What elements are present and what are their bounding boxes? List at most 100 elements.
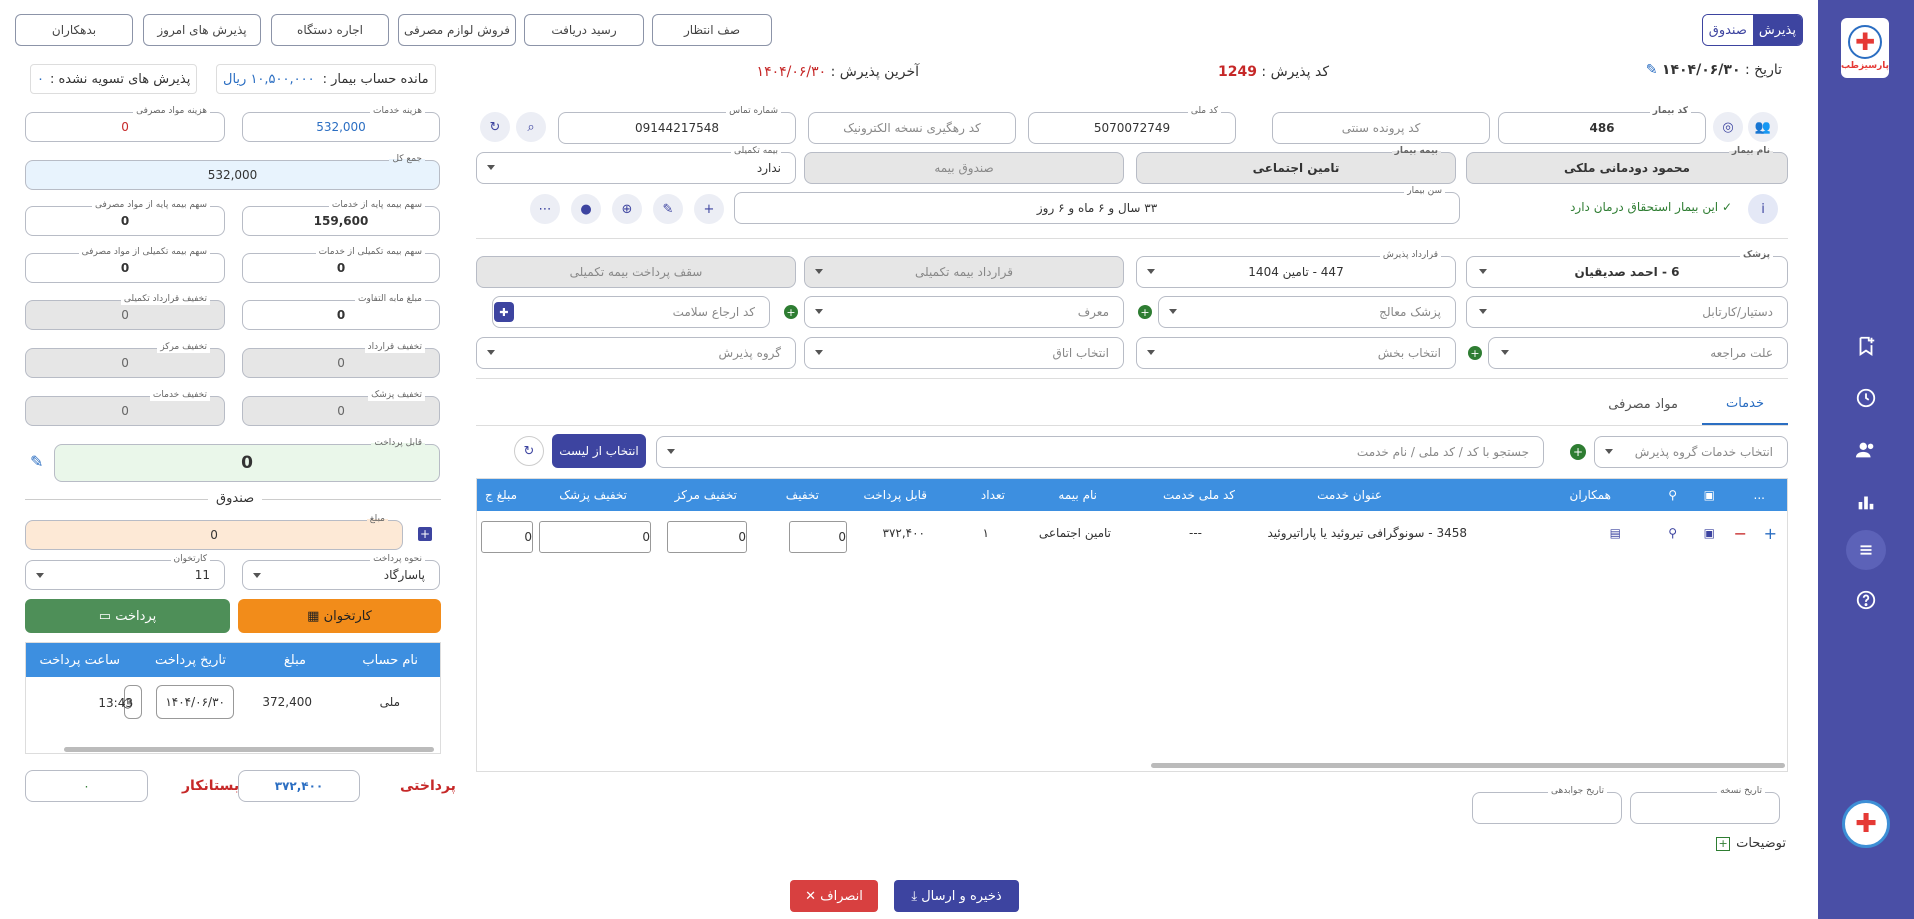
help-icon[interactable] [1850,584,1882,616]
difference-field[interactable]: مبلغ مابه التفاوت 0 [242,293,440,330]
doctor-discount-input[interactable]: 0 [539,521,651,553]
col-more[interactable]: ... [1754,479,1765,511]
visit-reason-select[interactable]: علت مراجعه [1488,337,1788,369]
queue-button[interactable]: صف انتظار [652,14,772,46]
edit-icon[interactable]: ✎ [1646,62,1658,78]
today-admissions-button[interactable]: پذیرش های امروز [143,14,261,46]
contract-select[interactable]: قرارداد پذیرش 447 - تامین 1404 [1136,249,1456,288]
search-icon[interactable]: ⌕ [516,112,546,142]
refresh-icon[interactable]: ↻ [480,112,510,142]
payment-method-select[interactable]: نحوه پرداخت پاسارگاد [242,553,440,590]
referrer-select[interactable]: معرف [804,296,1124,328]
clock-icon[interactable] [1850,382,1882,414]
device-rental-button[interactable]: اجاره دستگاه [271,14,389,46]
menu-icon[interactable] [1846,530,1886,570]
tab-cashbox[interactable]: صندوق [1702,15,1753,45]
table-scrollbar[interactable] [64,747,434,752]
traditional-file-field[interactable]: کد پرونده سنتی [1272,112,1490,144]
tab-admission[interactable]: پذیرش [1752,15,1802,45]
add-file-icon[interactable]: ⊕ [612,194,642,224]
edit-icon[interactable]: ✎ [653,194,683,224]
consumables-sale-button[interactable]: فروش لوازم مصرفی [398,14,516,46]
payments-table: نام حساب مبلغ تاریخ پرداخت ساعت پرداخت م… [25,642,441,754]
stethoscope-icon[interactable]: ⚲ [1668,517,1677,549]
payment-date[interactable]: ۱۴۰۴/۰۶/۳۰ [156,685,234,719]
rx-date-field[interactable]: تاریخ نسخه [1630,785,1780,824]
bookmark-add-icon[interactable] [1850,330,1882,362]
service-group-select[interactable]: انتخاب خدمات گروه پذیرش [1594,436,1788,468]
select-from-list-button[interactable]: انتخاب از لیست [552,434,646,468]
center-discount-input[interactable]: 0 [667,521,747,553]
extra-input[interactable]: 0 [481,521,533,553]
reply-date-field[interactable]: تاریخ جوابدهی [1472,785,1622,824]
add-person-icon[interactable]: + [694,194,724,224]
pay-button[interactable]: پرداخت ▭ [25,599,230,633]
phone-field[interactable]: شماره تماس 09144217548 [558,105,796,144]
table-row[interactable]: + − ▣ ⚲ ▤ 3458 - سونوگرافی تیروئید یا پا… [477,513,1787,553]
supp-contract-select[interactable]: قرارداد بیمه تکمیلی [804,256,1124,288]
amount-label: مبلغ [366,513,388,525]
national-code-field[interactable]: کد ملی 5070072749 [1028,105,1236,144]
copy-icon[interactable]: ▣ [1704,517,1715,549]
patients-icon[interactable]: 👥 [1748,112,1778,142]
tab-services[interactable]: خدمات [1701,383,1788,425]
add-treating-icon[interactable]: + [1138,305,1152,319]
paid-value: ۳۷۲,۴۰۰ [238,770,360,802]
payable-value: 0 [241,453,253,473]
base-ins-services-label: سهم بیمه پایه از خدمات [328,199,425,211]
support-chat-icon[interactable]: ✚ [1842,800,1890,848]
add-referrer-icon[interactable]: + [784,305,798,319]
service-search-input[interactable]: جستجو با کد / کد ملی / نام خدمت [656,436,1544,468]
fingerprint-icon[interactable]: ◎ [1713,112,1743,142]
users-icon[interactable] [1850,434,1882,466]
payment-amount: 372,400 [262,695,312,709]
supp-value: ندارد [756,161,781,175]
grid-scrollbar[interactable] [1151,763,1785,768]
amount-field[interactable]: مبلغ 0 [25,513,403,550]
treating-doctor-select[interactable]: پزشک معالج [1158,296,1456,328]
cancel-button[interactable]: انصراف ✕ [790,880,878,912]
eprescription-field[interactable]: کد رهگیری نسخه الکترونیک [808,112,1016,144]
edit-icon[interactable]: ✎ [30,452,43,471]
col-payable: قابل پرداخت [863,488,927,502]
receipt-button[interactable]: رسید دریافت [524,14,644,46]
app-logo[interactable]: ✚ پارسیزطب [1841,18,1889,78]
assistant-select[interactable]: دستیار/کارتابل [1466,296,1788,328]
more-icon[interactable]: ⋯ [530,194,560,224]
remove-row-icon[interactable]: − [1734,517,1747,549]
add-reason-icon[interactable]: + [1468,346,1482,360]
add-row-icon[interactable]: + [1764,517,1777,549]
doctor-select[interactable]: پزشک 6 - احمد صدیقیان [1466,249,1788,288]
grid-header: ... ▣ ⚲ همکاران عنوان خدمت کد ملی خدمت ن… [477,479,1787,511]
insurance-field[interactable]: بیمه بیمار تامین اجتماعی [1136,145,1456,184]
patient-name-field[interactable]: نام بیمار محمود دودمانی ملکی [1466,145,1788,184]
unsettled-label: پذیرش های تسویه نشده : [49,71,191,87]
save-send-button[interactable]: ذخیره و ارسال ⤓ [894,880,1019,912]
health-code-field[interactable]: کد ارجاع سلامت [492,296,770,328]
add-service-icon[interactable]: + [1570,444,1586,460]
drop-icon[interactable]: ● [571,194,601,224]
patient-code-field[interactable]: کد بیمار 486 [1498,105,1706,144]
supp-ceiling-field[interactable]: سقف پرداخت بیمه تکمیلی [476,256,796,288]
debtors-button[interactable]: بدهکاران [15,14,133,46]
discount-input[interactable]: 0 [789,521,847,553]
card-icon[interactable]: ▤ [1610,517,1621,549]
insurance-box-field[interactable]: صندوق بیمه [804,152,1124,184]
service-title: 3458 - سونوگرافی تیروئید یا پاراتیروئید [1267,526,1467,540]
tab-consumables[interactable]: مواد مصرفی [1584,383,1702,425]
payment-time-field[interactable]: 13:43 ◷ [98,685,142,719]
room-select[interactable]: انتخاب اتاق [804,337,1124,369]
info-icon[interactable]: i [1748,194,1778,224]
bar-chart-icon[interactable] [1850,486,1882,518]
medical-bag-icon[interactable]: ✚ [494,302,514,322]
refresh-icon[interactable]: ↻ [514,436,544,466]
table-row[interactable]: ملی 372,400 ۱۴۰۴/۰۶/۳۰ 13:43 ◷ [26,685,440,725]
admission-group-select[interactable]: گروه پذیرش [476,337,796,369]
chevron-down-icon [36,573,44,578]
description-toggle[interactable]: توضیحات + [1716,836,1786,851]
supplementary-insurance-select[interactable]: بیمه تکمیلی ندارد [476,145,796,184]
ward-select[interactable]: انتخاب بخش [1136,337,1456,369]
card-reader-select[interactable]: کارتخوان 11 [25,553,225,590]
add-amount-icon[interactable]: + [418,527,432,541]
card-reader-button[interactable]: کارتخوان ▦ [238,599,441,633]
